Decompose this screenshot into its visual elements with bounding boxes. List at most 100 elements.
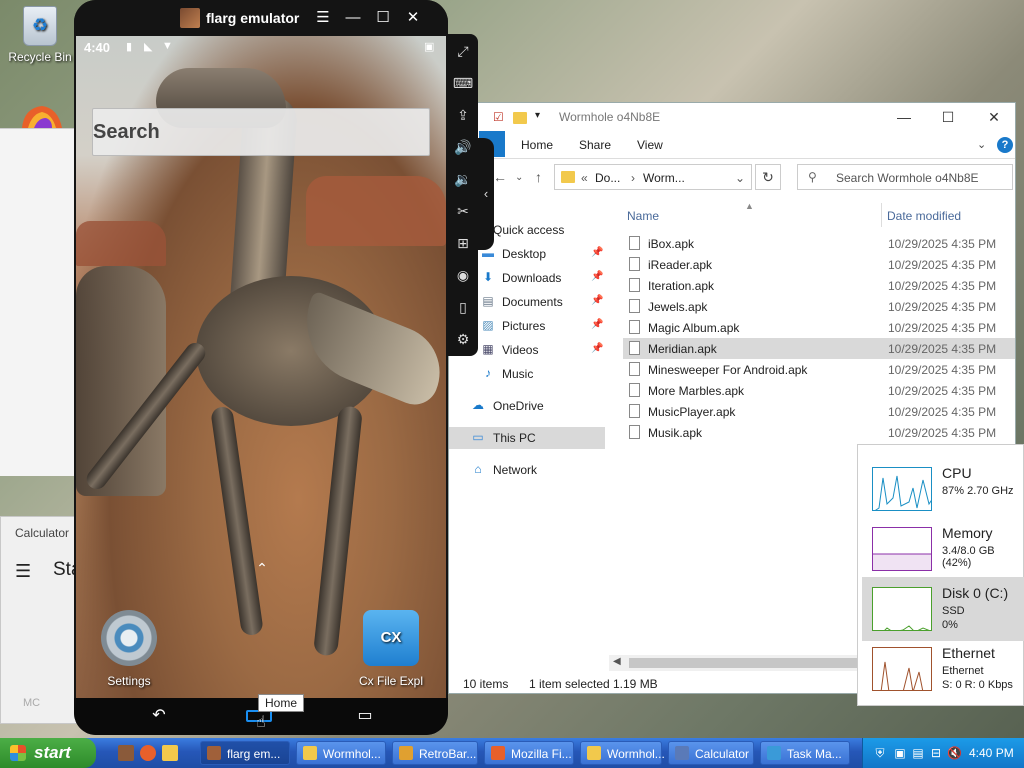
quicklaunch-firefox-icon[interactable] <box>140 745 156 761</box>
app-drawer-chevron-icon[interactable]: ⌃ <box>254 560 270 576</box>
screenshot-scissors-icon[interactable]: ✂ <box>452 200 474 222</box>
shake-icon[interactable]: ▯ <box>452 296 474 318</box>
address-dropdown-chevron-icon[interactable]: ⌄ <box>735 171 745 185</box>
close-button[interactable]: ✕ <box>981 107 1007 127</box>
network-adapter-icon[interactable]: ▣ <box>893 746 907 760</box>
emulator-minimize-button[interactable]: — <box>342 7 364 29</box>
quicklaunch-explorer-icon[interactable] <box>162 745 178 761</box>
expand-ribbon-chevron-icon[interactable]: ⌄ <box>977 138 986 151</box>
perf-item-cpu[interactable]: CPU 87% 2.70 GHz <box>862 457 1024 521</box>
address-bar[interactable]: « Do... › Worm... ⌄ <box>554 164 752 190</box>
calculator-window-background[interactable]: Calculator ☰ Sta MC <box>0 516 82 724</box>
file-row[interactable]: More Marbles.apk 10/29/2025 4:35 PM <box>623 380 1015 401</box>
android-home-screen[interactable]: 4:40 ▮ ◣ ▼ ▣ Search ⌃ Settings CX Cx Fil… <box>76 36 446 698</box>
emulator-close-button[interactable]: ✕ <box>402 7 424 29</box>
taskbar-button[interactable]: RetroBar... <box>392 741 478 765</box>
scrollbar-thumb[interactable] <box>629 658 859 668</box>
ribbon-tab-share[interactable]: Share <box>579 138 611 152</box>
perf-item-memory[interactable]: Memory 3.4/8.0 GB (42%) <box>862 517 1024 581</box>
file-icon <box>629 341 640 355</box>
address-segment-wormhole[interactable]: Worm... <box>643 171 685 185</box>
app-settings[interactable]: Settings <box>84 610 174 688</box>
refresh-button[interactable]: ↻ <box>755 164 781 190</box>
perf-item-ethernet[interactable]: Ethernet Ethernet S: 0 R: 0 Kbps <box>862 637 1024 701</box>
pin-icon[interactable]: 📌 <box>591 271 603 282</box>
explorer-search-box[interactable]: ⚲ Search Wormhole o4Nb8E <box>797 164 1013 190</box>
hamburger-menu-icon[interactable]: ☰ <box>15 561 31 582</box>
ribbon-tab-home[interactable]: Home <box>521 138 553 152</box>
perf-detail: 3.4/8.0 GB (42%) <box>942 545 995 569</box>
taskbar-clock[interactable]: 4:40 PM <box>969 746 1014 760</box>
taskbar-button[interactable]: flarg em... <box>200 741 290 765</box>
pin-icon[interactable]: 📌 <box>591 343 603 354</box>
column-separator[interactable] <box>881 203 882 227</box>
multi-instance-icon[interactable]: ⊞ <box>452 232 474 254</box>
collapse-toolbar-chevron-icon[interactable]: ‹ <box>478 138 494 250</box>
taskbar-button[interactable]: Task Ma... <box>760 741 850 765</box>
taskbar-button[interactable]: Wormhol... <box>580 741 665 765</box>
file-row[interactable]: iBox.apk 10/29/2025 4:35 PM <box>623 233 1015 254</box>
emulator-menu-icon[interactable]: ☰ <box>312 7 334 29</box>
address-segment-documents[interactable]: Do... <box>595 171 620 185</box>
nav-recents-icon[interactable]: ▭ <box>350 706 380 726</box>
scroll-left-icon[interactable]: ◀ <box>613 656 621 667</box>
volume-down-icon[interactable]: 🔉 <box>452 168 474 190</box>
taskbar-button[interactable]: Calculator <box>668 741 754 765</box>
nav-item-music[interactable]: ♪ Music <box>449 363 605 385</box>
pin-icon[interactable]: 📌 <box>591 247 603 258</box>
quicklaunch-emulator-icon[interactable] <box>118 745 134 761</box>
properties-icon[interactable]: ☑ <box>493 110 504 124</box>
up-arrow-icon[interactable]: ↑ <box>535 169 542 185</box>
back-arrow-icon[interactable]: ← <box>493 169 507 185</box>
recent-locations-chevron-icon[interactable]: ⌄ <box>515 172 523 183</box>
fullscreen-icon[interactable]: ⤢ <box>452 40 474 62</box>
pin-icon[interactable]: 📌 <box>591 319 603 330</box>
location-pin-icon[interactable]: ◉ <box>452 264 474 286</box>
explorer-titlebar[interactable]: ☑ ▾ Wormhole o4Nb8E — ☐ ✕ <box>449 103 1015 131</box>
column-header-date-modified[interactable]: Date modified <box>887 209 961 223</box>
nav-item-network[interactable]: ⌂ Network <box>449 459 605 481</box>
tray-network-icon[interactable]: ⊟ <box>929 746 943 760</box>
file-row[interactable]: Jewels.apk 10/29/2025 4:35 PM <box>623 296 1015 317</box>
perf-item-disk[interactable]: Disk 0 (C:) SSD 0% <box>862 577 1024 641</box>
wallpaper-rock-formation <box>306 176 446 246</box>
keyboard-icon[interactable]: ⌨ <box>452 72 474 94</box>
file-row[interactable]: Iteration.apk 10/29/2025 4:35 PM <box>623 275 1015 296</box>
volume-up-icon[interactable]: 🔊 <box>452 136 474 158</box>
help-icon[interactable]: ? <box>997 137 1013 153</box>
speaker-muted-icon[interactable]: 🔇 <box>947 746 962 760</box>
start-button[interactable]: start <box>0 738 96 768</box>
taskbar-app-icon <box>303 746 317 760</box>
address-overflow-icon[interactable]: « <box>581 171 588 185</box>
ribbon-tab-view[interactable]: View <box>637 138 663 152</box>
tray-monitor-icon[interactable]: ▤ <box>911 746 925 760</box>
pin-icon[interactable]: 📌 <box>591 295 603 306</box>
wifi-icon: ▼ <box>162 40 173 52</box>
nav-back-icon[interactable]: ↶ <box>144 706 174 726</box>
nav-item-onedrive[interactable]: ☁ OneDrive <box>449 395 605 417</box>
emulator-maximize-button[interactable]: ☐ <box>372 7 394 29</box>
minimize-button[interactable]: — <box>891 107 917 127</box>
customize-toolbar-chevron-icon[interactable]: ▾ <box>535 110 540 121</box>
app-cx-file-explorer[interactable]: CX Cx File Expl <box>346 610 436 688</box>
file-row[interactable]: iReader.apk 10/29/2025 4:35 PM <box>623 254 1015 275</box>
emulator-titlebar[interactable]: flarg emulator ☰ — ☐ ✕ <box>74 0 448 36</box>
new-folder-icon[interactable] <box>513 112 527 124</box>
memory-clear-button[interactable]: MC <box>23 697 40 709</box>
file-row[interactable]: Musik.apk 10/29/2025 4:35 PM <box>623 422 1015 443</box>
taskbar-button[interactable]: Wormhol... <box>296 741 386 765</box>
file-row[interactable]: Minesweeper For Android.apk 10/29/2025 4:… <box>623 359 1015 380</box>
taskbar-button[interactable]: Mozilla Fi... <box>484 741 574 765</box>
recycle-bin-shortcut[interactable]: Recycle Bin <box>4 6 76 64</box>
shield-icon[interactable]: ⛨ <box>873 746 887 760</box>
background-window[interactable] <box>0 128 80 476</box>
maximize-button[interactable]: ☐ <box>935 107 961 127</box>
file-row[interactable]: MusicPlayer.apk 10/29/2025 4:35 PM <box>623 401 1015 422</box>
launcher-search-bar[interactable]: Search <box>92 108 430 156</box>
settings-gear-icon[interactable]: ⚙ <box>452 328 474 350</box>
file-row[interactable]: Magic Album.apk 10/29/2025 4:35 PM <box>623 317 1015 338</box>
file-row[interactable]: Meridian.apk 10/29/2025 4:35 PM <box>623 338 1015 359</box>
install-apk-icon[interactable]: ⇪ <box>452 104 474 126</box>
column-header-name[interactable]: Name <box>627 209 659 223</box>
nav-item-this-pc[interactable]: ▭ This PC <box>449 427 605 449</box>
